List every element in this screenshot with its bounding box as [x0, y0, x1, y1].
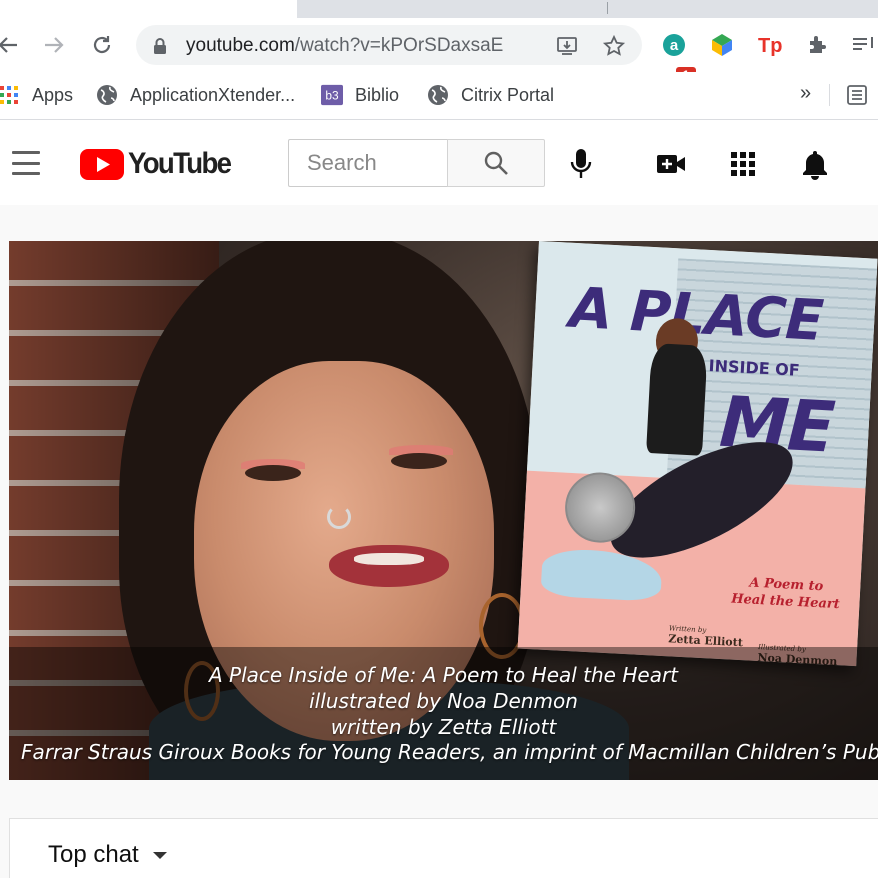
bookmark-applicationxtender[interactable]: ApplicationXtender... — [96, 82, 295, 108]
menu-line — [12, 151, 40, 154]
globe-icon — [96, 84, 118, 106]
extension-tp-icon[interactable]: Tp — [756, 31, 784, 59]
bookmarks-overflow-button[interactable]: » — [800, 82, 811, 105]
bookmark-label: Citrix Portal — [461, 84, 555, 105]
notifications-button[interactable] — [796, 145, 834, 183]
youtube-wordmark: YouTube — [128, 147, 232, 180]
apps-button[interactable] — [724, 145, 762, 183]
apps-grid-icon — [0, 84, 20, 106]
caption-line-2: illustrated by Noa Denmon — [309, 689, 578, 713]
youtube-masthead: YouTube — [0, 121, 878, 205]
tab-separator — [607, 2, 608, 14]
youtube-play-logo-icon — [80, 148, 124, 180]
tab-strip — [0, 0, 878, 18]
video-player[interactable]: A PLACE INSIDE OF ME A Poem to Heal the … — [9, 241, 878, 780]
bookmark-citrix-portal[interactable]: Citrix Portal — [427, 82, 554, 108]
nose-ring — [327, 505, 351, 529]
reload-icon — [93, 36, 111, 54]
chat-mode-label: Top chat — [48, 841, 139, 868]
lock-icon[interactable] — [152, 37, 168, 55]
browser-toolbar: youtube.com/watch?v=kPOrSDaxsaE a 1 Tp — [0, 18, 878, 84]
create-video-button[interactable] — [652, 145, 690, 183]
caption-line-1: A Place Inside of Me: A Poem to Heal the… — [208, 663, 679, 687]
video-camera-plus-icon — [657, 155, 685, 173]
youtube-logo[interactable]: YouTube — [80, 147, 239, 181]
url-text[interactable]: youtube.com/watch?v=kPOrSDaxsaE — [186, 35, 503, 57]
portrait-mouth — [329, 545, 449, 587]
eye-right — [391, 453, 447, 469]
forward-button[interactable] — [38, 29, 70, 61]
reload-button[interactable] — [86, 29, 118, 61]
live-chat-panel: Top chat — [9, 818, 878, 878]
caret-down-icon — [152, 851, 167, 859]
bookmark-star-icon[interactable] — [602, 34, 626, 58]
bookmark-label: ApplicationXtender... — [130, 84, 296, 105]
menu-line — [12, 161, 40, 165]
caption-line-4: Farrar Straus Giroux Books for Young Rea… — [21, 740, 878, 764]
back-button[interactable] — [0, 29, 24, 61]
svg-text:b3: b3 — [325, 89, 339, 103]
forward-arrow-icon — [45, 37, 64, 53]
search-input[interactable] — [289, 140, 448, 186]
reading-list-icon[interactable] — [846, 84, 868, 106]
bookmarks-bar: Apps ApplicationXtender... b3 Biblio Cit… — [0, 72, 878, 120]
back-arrow-icon — [0, 37, 17, 53]
portrait-teeth — [354, 553, 424, 565]
globe-icon — [427, 84, 449, 106]
bookmarks-divider — [829, 84, 830, 106]
menu-line — [12, 172, 40, 175]
svg-text:Tp: Tp — [758, 35, 782, 57]
search-icon — [484, 151, 508, 175]
book-subtitle: A Poem to Heal the Heart — [730, 575, 841, 613]
bookmark-label: Biblio — [355, 84, 400, 105]
microphone-icon — [570, 149, 592, 178]
bookmark-label: Apps — [32, 84, 74, 105]
bookmark-biblio[interactable]: b3 Biblio — [321, 82, 399, 108]
book-cover: A PLACE INSIDE OF ME A Poem to Heal the … — [517, 241, 878, 667]
eye-left — [245, 465, 301, 481]
apps-grid-icon — [731, 152, 755, 176]
caption-line-3: written by Zetta Elliott — [330, 715, 557, 739]
address-bar[interactable]: youtube.com/watch?v=kPOrSDaxsaE — [136, 25, 642, 65]
voice-search-button[interactable] — [562, 145, 600, 183]
url-host: youtube.com — [186, 35, 295, 56]
extensions-puzzle-icon[interactable] — [804, 31, 832, 59]
book-author: Written by Zetta Elliott — [668, 624, 744, 649]
chat-mode-dropdown[interactable]: Top chat — [48, 841, 167, 869]
bell-icon — [803, 151, 827, 180]
video-caption-band: A Place Inside of Me: A Poem to Heal the… — [9, 647, 878, 780]
install-app-icon[interactable] — [556, 35, 578, 57]
search-button[interactable] — [447, 139, 545, 187]
url-path: /watch?v=kPOrSDaxsaE — [294, 35, 504, 56]
extension-a-icon[interactable]: a — [660, 31, 688, 59]
svg-text:a: a — [670, 37, 679, 54]
book-kid-body — [646, 343, 708, 456]
biblio-icon: b3 — [321, 84, 343, 106]
extension-cube-icon[interactable] — [708, 31, 736, 59]
search-box[interactable] — [288, 139, 448, 187]
tab-active[interactable] — [0, 0, 297, 18]
tab-inactive[interactable] — [300, 0, 878, 18]
bookmark-apps[interactable]: Apps — [0, 82, 73, 108]
media-queue-icon[interactable] — [850, 31, 878, 59]
guide-menu-button[interactable] — [12, 151, 42, 175]
